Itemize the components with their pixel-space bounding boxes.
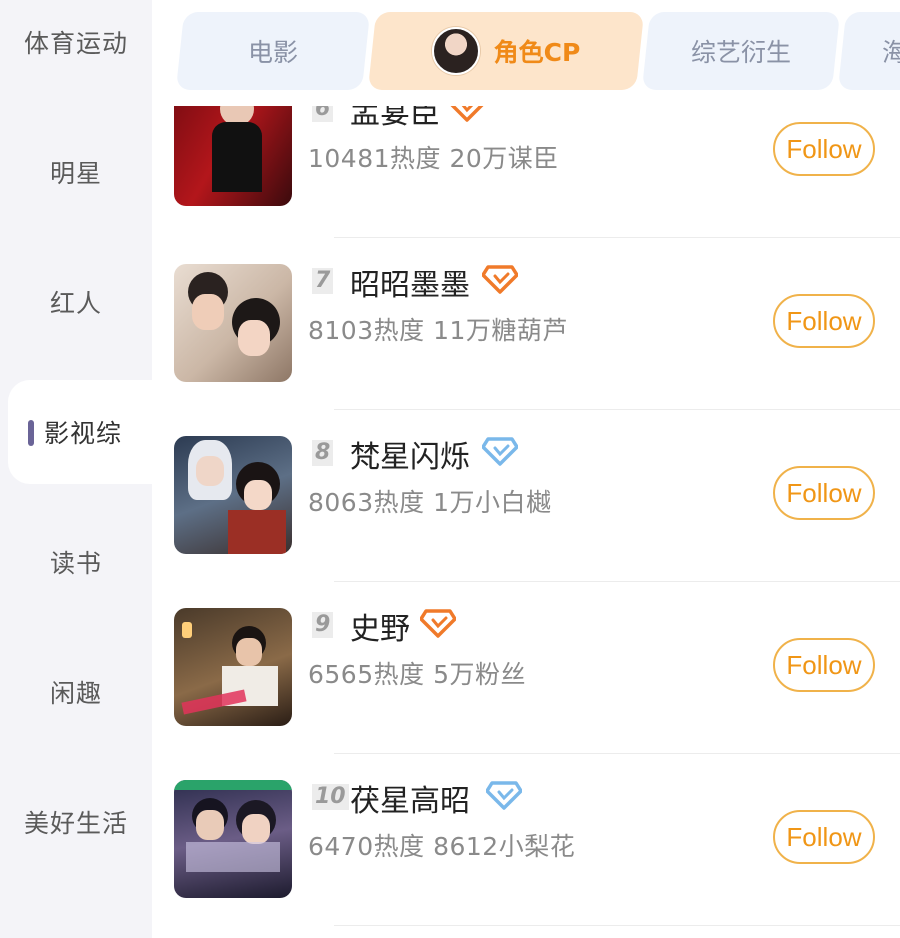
cover-image — [174, 608, 292, 726]
entry-name: 昭昭墨墨 — [350, 268, 470, 303]
entry-name: 梵星闪烁 — [350, 440, 470, 475]
sidebar-item-label: 闲趣 — [49, 679, 102, 708]
active-indicator — [28, 420, 34, 446]
follow-button[interactable]: Follow — [773, 810, 875, 864]
cover-image — [174, 264, 292, 382]
sidebar-item-influencers[interactable]: 红人 — [0, 250, 152, 354]
sidebar-item-label: 读书 — [49, 549, 102, 578]
orange-diamond-icon — [450, 106, 484, 122]
heat-and-fans: 6565热度 5万粉丝 — [308, 660, 526, 689]
sidebar-item-film-tv-variety[interactable]: 影视综 — [8, 380, 152, 484]
sidebar-item-label: 红人 — [49, 289, 102, 318]
list-item[interactable]: 6 孟宴臣 10481热度 20万谋臣 Follow — [152, 106, 900, 214]
tab-overseas[interactable]: 海 — [837, 12, 900, 90]
heat-and-fans: 8103热度 11万糖葫芦 — [308, 316, 568, 345]
list-item[interactable]: 10 茯星高昭 6470热度 8612小梨花 Follow — [152, 754, 900, 926]
cover-image — [174, 436, 292, 554]
sidebar-item-label: 体育运动 — [23, 29, 128, 58]
tab-label: 海 — [882, 38, 900, 67]
follow-button[interactable]: Follow — [773, 638, 875, 692]
follow-button[interactable]: Follow — [773, 466, 875, 520]
sidebar-item-sports[interactable]: 体育运动 — [0, 0, 152, 94]
tab-movie[interactable]: 电影 — [175, 12, 371, 90]
sidebar-item-label: 影视综 — [43, 419, 122, 448]
rank-number: 6 — [312, 106, 334, 122]
rank-number: 10 — [312, 784, 349, 810]
tab-label: 综艺衍生 — [690, 38, 791, 67]
heat-and-fans: 10481热度 20万谋臣 — [308, 144, 559, 173]
avatar — [431, 27, 480, 75]
sidebar-item-label: 美好生活 — [23, 809, 128, 838]
blue-diamond-icon — [482, 437, 518, 466]
sidebar-item-reading[interactable]: 读书 — [0, 510, 152, 614]
heat-and-fans: 8063热度 1万小白樾 — [308, 488, 552, 517]
tab-variety-derivatives[interactable]: 综艺衍生 — [641, 12, 841, 90]
ranking-list: 6 孟宴臣 10481热度 20万谋臣 Follow 7 昭昭墨墨 8103热度… — [152, 106, 900, 938]
sidebar-item-stars[interactable]: 明星 — [0, 120, 152, 224]
sidebar-item-leisure[interactable]: 闲趣 — [0, 640, 152, 744]
list-item[interactable]: 8 梵星闪烁 8063热度 1万小白樾 Follow — [152, 410, 900, 582]
list-item[interactable]: 9 史野 6565热度 5万粉丝 Follow — [152, 582, 900, 754]
orange-diamond-icon — [420, 609, 456, 638]
tab-label: 电影 — [247, 38, 298, 67]
tab-label: 角色CP — [493, 38, 581, 67]
subcategory-tabbar: 电影 角色CP 综艺衍生 海 — [152, 0, 900, 106]
entry-name: 孟宴臣 — [350, 106, 440, 131]
list-item[interactable]: 7 昭昭墨墨 8103热度 11万糖葫芦 Follow — [152, 238, 900, 410]
rank-number: 9 — [312, 612, 334, 638]
sidebar-item-good-life[interactable]: 美好生活 — [0, 770, 152, 874]
follow-button[interactable]: Follow — [773, 294, 875, 348]
follow-button[interactable]: Follow — [773, 122, 875, 176]
heat-and-fans: 6470热度 8612小梨花 — [308, 832, 576, 861]
entry-name: 史野 — [350, 612, 410, 647]
cover-image — [174, 106, 292, 206]
rank-number: 7 — [312, 268, 334, 294]
divider — [334, 925, 900, 926]
cover-image — [174, 780, 292, 898]
tab-character-cp[interactable]: 角色CP — [367, 12, 645, 90]
orange-diamond-icon — [482, 265, 518, 294]
rank-number: 8 — [312, 440, 334, 466]
entry-name: 茯星高昭 — [350, 784, 470, 819]
sidebar-item-label: 明星 — [49, 159, 102, 188]
category-sidebar: 体育运动 明星 红人 影视综 读书 闲趣 美好生活 — [0, 0, 152, 938]
blue-diamond-icon — [486, 781, 522, 810]
